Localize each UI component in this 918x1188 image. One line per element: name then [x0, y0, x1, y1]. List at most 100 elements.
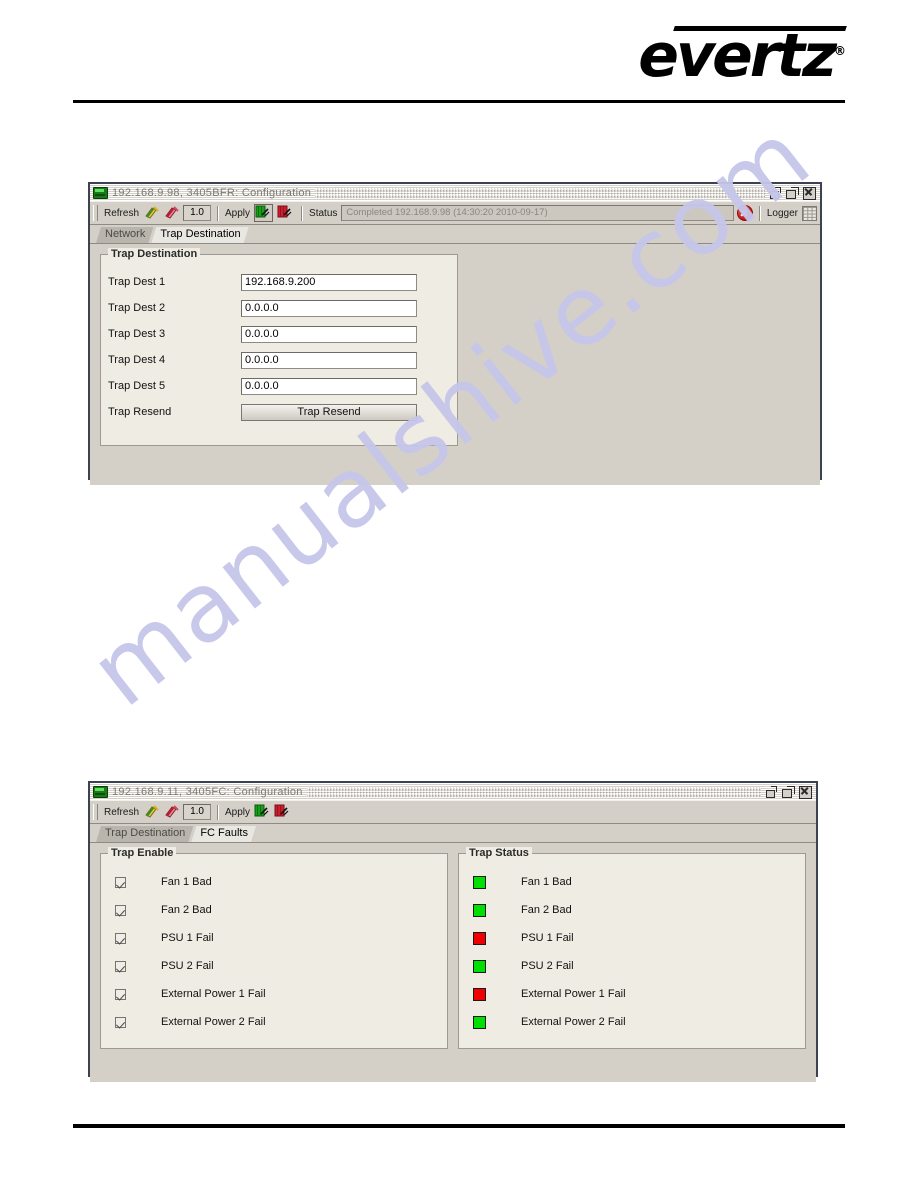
status-led: [473, 931, 486, 945]
close-icon[interactable]: [803, 186, 816, 200]
trap-enable-checkbox[interactable]: [115, 932, 126, 944]
group-title: Trap Destination: [108, 248, 201, 260]
trap-enable-row[interactable]: Fan 2 Bad: [101, 896, 447, 924]
toolbar-separator: [217, 205, 219, 221]
trap-dest-1-label: Trap Dest 1: [108, 276, 166, 288]
window-title: 192.168.9.11, 3405FC: Configuration: [112, 786, 303, 798]
apply-label: Apply: [225, 806, 251, 818]
trap-status-row: External Power 1 Fail: [459, 980, 805, 1008]
trap-dest-5-input[interactable]: 0.0.0.0: [241, 377, 417, 395]
logger-grid-icon[interactable]: [802, 205, 817, 221]
group-title: Trap Status: [466, 847, 532, 859]
refresh-single-icon[interactable]: [143, 804, 160, 820]
status-led: [473, 959, 486, 973]
toolbar-grip[interactable]: [93, 205, 98, 221]
apply-single-icon[interactable]: [254, 804, 271, 820]
trap-resend-row: Trap Resend Trap Resend: [101, 399, 457, 425]
tab-network[interactable]: Network: [96, 227, 153, 243]
window-controls[interactable]: [769, 186, 818, 200]
window-title: 192.168.9.98, 3405BFR: Configuration: [112, 187, 312, 199]
stop-error-icon[interactable]: [736, 205, 753, 221]
trap-enable-checkbox[interactable]: [115, 904, 126, 916]
window-titlebar[interactable]: 192.168.9.98, 3405BFR: Configuration: [90, 184, 820, 201]
apply-all-icon[interactable]: [274, 804, 291, 820]
trap-enable-row[interactable]: PSU 1 Fail: [101, 924, 447, 952]
trap-dest-1-input[interactable]: 192.168.9.200: [241, 273, 417, 291]
restore-down-icon[interactable]: [765, 786, 778, 798]
tabstrip[interactable]: Network Trap Destination: [90, 225, 820, 244]
trap-status-row: PSU 1 Fail: [459, 924, 805, 952]
trap-resend-label: Trap Resend: [108, 406, 172, 418]
toolbar-separator-3: [758, 205, 760, 221]
trap-dest-row: Trap Dest 2 0.0.0.0: [101, 295, 457, 321]
trap-enable-label: External Power 2 Fail: [161, 1016, 266, 1028]
trap-enable-row[interactable]: External Power 1 Fail: [101, 980, 447, 1008]
toolbar-grip[interactable]: [93, 804, 98, 820]
tabstrip[interactable]: Trap Destination FC Faults: [90, 824, 816, 843]
trap-status-label: PSU 2 Fail: [521, 960, 574, 972]
apply-all-icon[interactable]: [276, 204, 295, 222]
toolbar-separator: [217, 804, 219, 820]
version-spinner[interactable]: 1.0: [183, 205, 212, 221]
trap-dest-2-label: Trap Dest 2: [108, 302, 166, 314]
trap-dest-row: Trap Dest 3 0.0.0.0: [101, 321, 457, 347]
trap-status-label: Fan 2 Bad: [521, 904, 572, 916]
trap-enable-label: Fan 1 Bad: [161, 876, 212, 888]
trap-resend-button[interactable]: Trap Resend: [241, 403, 417, 421]
tab-panel-fc-faults: Trap Enable Fan 1 Bad Fan 2 Bad PSU 1 Fa…: [90, 843, 816, 1082]
logger-label: Logger: [766, 207, 798, 219]
trap-status-label: External Power 2 Fail: [521, 1016, 626, 1028]
trap-enable-checkbox[interactable]: [115, 1016, 126, 1028]
fc-faults-columns: Trap Enable Fan 1 Bad Fan 2 Bad PSU 1 Fa…: [100, 847, 806, 1049]
trap-enable-checkbox[interactable]: [115, 876, 126, 888]
group-title: Trap Enable: [108, 847, 177, 859]
configuration-window-fc[interactable]: 192.168.9.11, 3405FC: Configuration Refr…: [88, 781, 818, 1082]
trap-dest-2-input[interactable]: 0.0.0.0: [241, 299, 417, 317]
window-controls[interactable]: [765, 785, 814, 799]
trap-enable-checkbox[interactable]: [115, 988, 126, 1000]
tab-trap-destination[interactable]: Trap Destination: [96, 826, 193, 842]
status-label: Status: [309, 207, 338, 219]
trap-dest-3-label: Trap Dest 3: [108, 328, 166, 340]
titlebar-texture: [315, 187, 765, 199]
trap-enable-row[interactable]: External Power 2 Fail: [101, 1008, 447, 1036]
trap-status-label: External Power 1 Fail: [521, 988, 626, 1000]
refresh-single-icon[interactable]: [143, 205, 160, 221]
status-led: [473, 875, 486, 889]
tab-fc-faults[interactable]: FC Faults: [191, 826, 256, 842]
restore-down-icon[interactable]: [769, 187, 782, 199]
trap-enable-checkbox[interactable]: [115, 960, 126, 972]
toolbar-separator-2: [301, 205, 303, 221]
trap-enable-row[interactable]: Fan 1 Bad: [101, 868, 447, 896]
status-led: [473, 903, 486, 917]
apply-single-icon[interactable]: [254, 204, 274, 222]
window-toolbar[interactable]: Refresh 1.0 Apply Status Completed 192.1…: [90, 201, 820, 225]
trap-dest-4-input[interactable]: 0.0.0.0: [241, 351, 417, 369]
configuration-window-bfr[interactable]: 192.168.9.98, 3405BFR: Configuration Ref…: [88, 182, 822, 485]
trap-dest-3-input[interactable]: 0.0.0.0: [241, 325, 417, 343]
trap-enable-label: PSU 2 Fail: [161, 960, 214, 972]
trap-dest-5-label: Trap Dest 5: [108, 380, 166, 392]
trap-status-label: Fan 1 Bad: [521, 876, 572, 888]
tab-trap-destination[interactable]: Trap Destination: [151, 227, 248, 243]
refresh-all-icon[interactable]: [163, 804, 180, 820]
footer-rule: [73, 1124, 845, 1128]
header-rule: [73, 100, 845, 103]
window-titlebar[interactable]: 192.168.9.11, 3405FC: Configuration: [90, 783, 816, 800]
version-spinner[interactable]: 1.0: [183, 804, 212, 820]
trap-status-row: External Power 2 Fail: [459, 1008, 805, 1036]
logo-wordmark: evertz®: [638, 21, 846, 91]
trap-enable-row[interactable]: PSU 2 Fail: [101, 952, 447, 980]
maximize-icon[interactable]: [782, 786, 795, 798]
maximize-icon[interactable]: [786, 187, 799, 199]
status-led: [473, 987, 486, 1001]
trap-status-group: Trap Status Fan 1 Bad Fan 2 Bad PSU 1 Fa…: [458, 847, 806, 1049]
logo-bar: [673, 26, 847, 31]
status-value: Completed 192.168.9.98 (14:30:20 2010-09…: [341, 205, 734, 221]
trap-enable-label: Fan 2 Bad: [161, 904, 212, 916]
close-icon[interactable]: [799, 785, 812, 799]
refresh-all-icon[interactable]: [163, 205, 180, 221]
window-toolbar[interactable]: Refresh 1.0 Apply: [90, 800, 816, 824]
titlebar-texture: [306, 786, 761, 798]
trap-enable-label: External Power 1 Fail: [161, 988, 266, 1000]
